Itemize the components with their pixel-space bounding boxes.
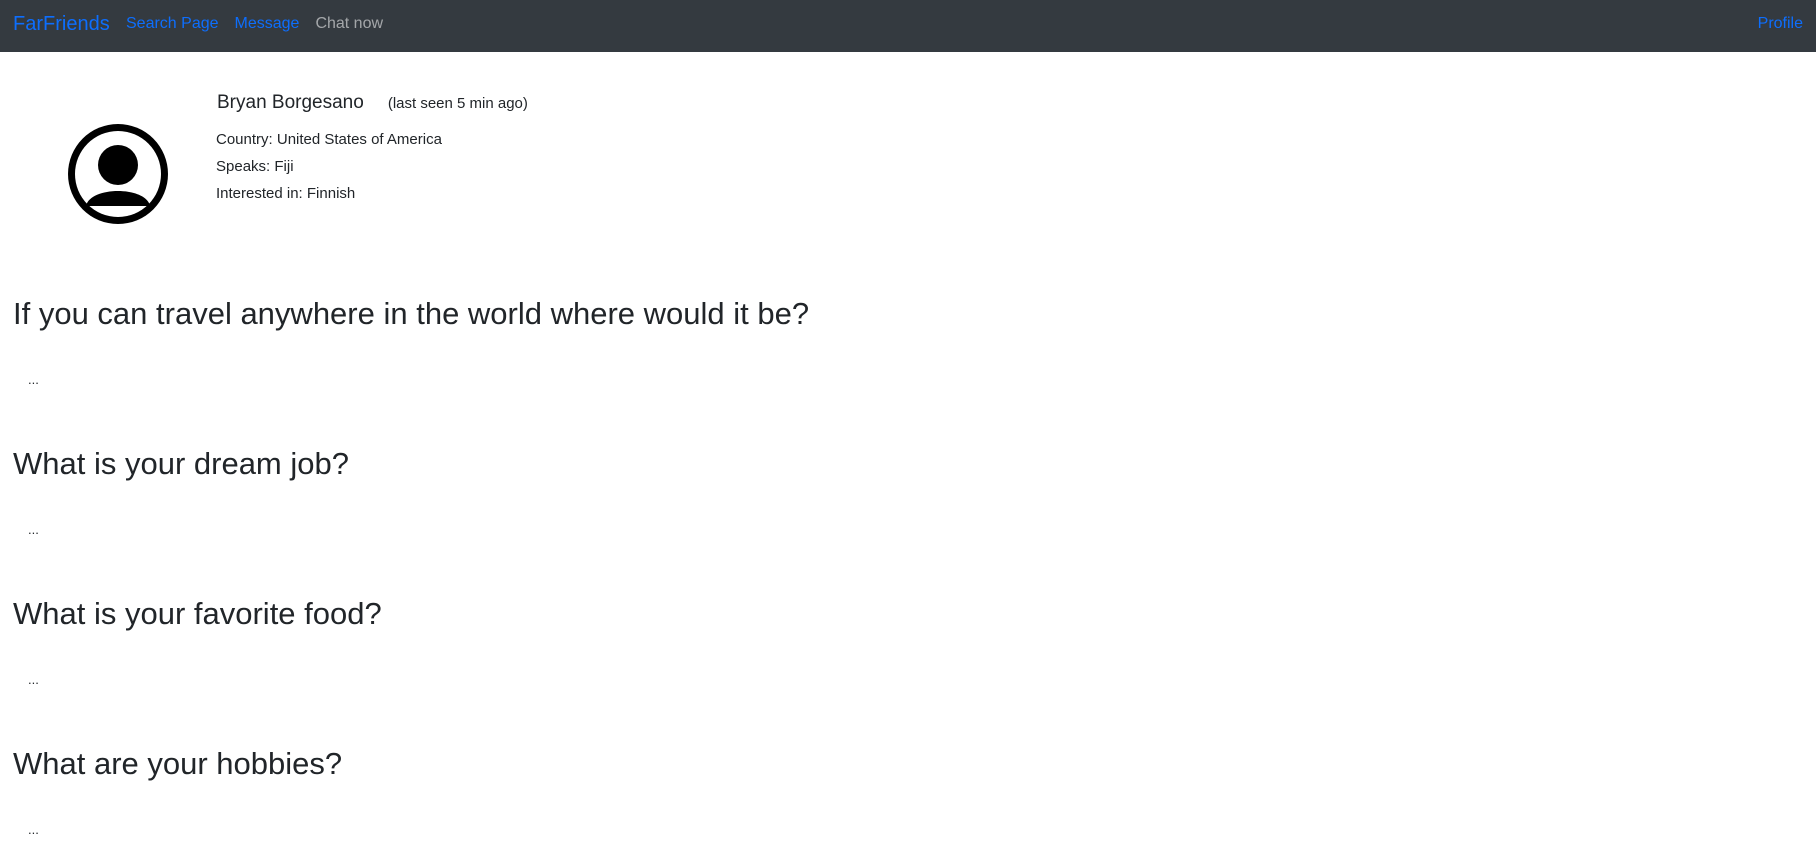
user-circle-icon bbox=[68, 124, 168, 224]
question-heading: If you can travel anywhere in the world … bbox=[13, 296, 810, 331]
avatar-svg bbox=[68, 124, 168, 224]
question-heading: What is your dream job? bbox=[13, 446, 349, 481]
profile-info: Bryan Borgesano (last seen 5 min ago) Co… bbox=[216, 92, 528, 207]
nav-link-search-page[interactable]: Search Page bbox=[126, 15, 219, 33]
profile-speaks: Speaks: Fiji bbox=[216, 158, 294, 175]
profile-name: Bryan Borgesano bbox=[217, 92, 364, 113]
question-block: What is your favorite food? ... bbox=[13, 596, 382, 687]
nav-link-chat-now[interactable]: Chat now bbox=[315, 15, 383, 33]
brand-link[interactable]: FarFriends bbox=[13, 13, 110, 36]
question-block: What is your dream job? ... bbox=[13, 446, 349, 537]
nav-link-profile[interactable]: Profile bbox=[1758, 15, 1803, 33]
answer-text: ... bbox=[28, 522, 39, 537]
profile-header: Bryan Borgesano (last seen 5 min ago) Co… bbox=[0, 52, 1816, 252]
question-heading: What is your favorite food? bbox=[13, 596, 382, 631]
question-block: If you can travel anywhere in the world … bbox=[13, 296, 810, 387]
profile-interested-in: Interested in: Finnish bbox=[216, 185, 356, 202]
question-heading: What are your hobbies? bbox=[13, 746, 343, 781]
navbar: FarFriends Search Page Message Chat now … bbox=[0, 0, 1816, 52]
profile-country: Country: United States of America bbox=[216, 131, 442, 148]
answer-text: ... bbox=[28, 822, 39, 837]
nav-links: Search Page Message Chat now bbox=[126, 15, 383, 33]
nav-link-message[interactable]: Message bbox=[235, 15, 300, 33]
name-row: Bryan Borgesano (last seen 5 min ago) bbox=[217, 92, 528, 114]
answer-text: ... bbox=[28, 372, 39, 387]
last-seen-status: (last seen 5 min ago) bbox=[387, 95, 528, 112]
question-block: What are your hobbies? ... bbox=[13, 746, 343, 837]
profile-details: Country: United States of America Speaks… bbox=[216, 126, 528, 207]
answer-text: ... bbox=[28, 672, 39, 687]
